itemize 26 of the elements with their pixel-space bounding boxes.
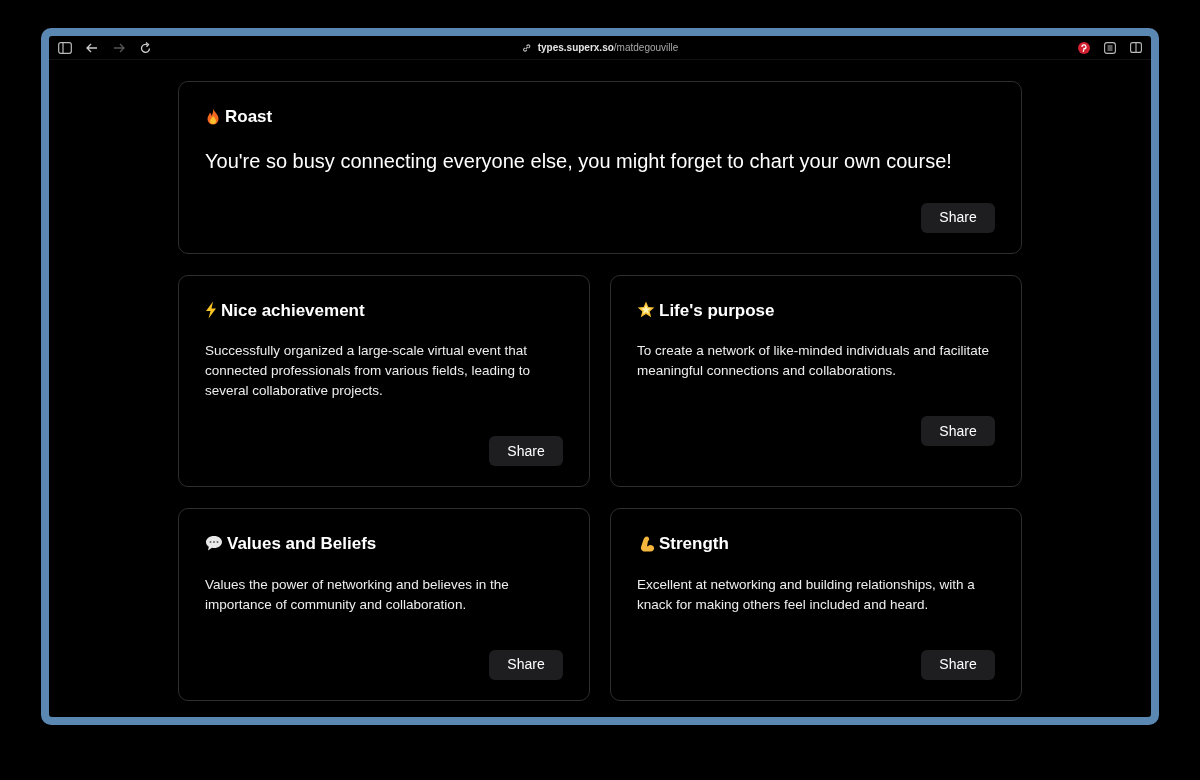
star-icon [637,301,655,320]
share-button[interactable]: Share [921,202,995,233]
card-text: To create a network of like-minded individuals and facilitate meaningful connections and collaborations. [637,342,990,380]
share-button[interactable]: Share [921,649,995,680]
sidebar-icon[interactable] [58,41,72,54]
link-icon [521,42,532,53]
card-text: Values the power of networking and believes in the importance of community and collaboration. [205,575,510,614]
url-text[interactable]: types.superx.so/matdegouville [537,40,679,55]
lightning-icon [205,301,217,320]
reader-icon[interactable] [1104,41,1116,54]
card-text: Excellent at networking and building relationships, with a knack for making others feel included and heard. [637,575,976,614]
card-text: Successfully organized a large-scale virtual event that connected professionals from various fields, leading to several collaborative projects. [205,342,531,400]
share-button[interactable]: Share [921,416,995,446]
card-title: Roast [225,106,273,128]
speech-bubble-icon [205,535,223,553]
share-button[interactable]: Share [489,649,563,680]
reload-icon[interactable] [140,41,151,54]
flame-icon [205,107,221,126]
back-icon[interactable] [86,42,98,53]
card-text: You're so busy connecting everyone else, you might forget to chart your own course! [205,148,953,174]
split-view-icon[interactable] [1130,42,1142,53]
card-title: Life's purpose [659,299,775,322]
card-title: Nice achievement [221,299,365,322]
card-title: Values and Beliefs [227,533,377,555]
card-title: Strength [659,533,729,555]
share-button[interactable]: Share [489,436,563,466]
